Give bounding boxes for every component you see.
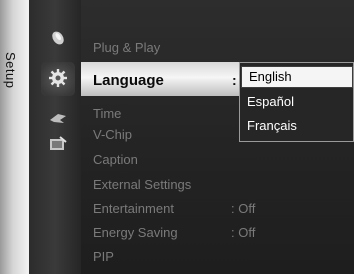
category-label: Setup xyxy=(3,52,18,89)
language-dropdown[interactable]: English Español Français xyxy=(239,62,354,142)
language-option-english[interactable]: English xyxy=(241,66,353,88)
energy-saving-value: : Off xyxy=(231,225,256,240)
menu-item-v-chip[interactable]: V-Chip xyxy=(93,127,132,142)
input-icon[interactable] xyxy=(48,108,68,128)
picture-icon[interactable] xyxy=(48,28,68,48)
language-value-separator: : xyxy=(232,72,237,88)
menu-item-language[interactable]: Language xyxy=(93,72,164,89)
menu-item-caption[interactable]: Caption xyxy=(93,152,138,167)
menu-item-pip[interactable]: PIP xyxy=(93,249,114,264)
tv-menu-screen: Setup Plug & Play Language : Time V-Chip… xyxy=(0,0,354,274)
menu-item-entertainment[interactable]: Entertainment xyxy=(93,201,174,216)
menu-item-plug-and-play[interactable]: Plug & Play xyxy=(93,40,160,55)
menu-item-energy-saving[interactable]: Energy Saving xyxy=(93,225,178,240)
menu-item-external-settings[interactable]: External Settings xyxy=(93,177,191,192)
language-option-espanol[interactable]: Español xyxy=(240,89,354,115)
menu-item-time[interactable]: Time xyxy=(93,106,121,121)
language-option-francais[interactable]: Français xyxy=(240,113,354,139)
setup-gear-icon[interactable] xyxy=(48,68,68,88)
support-icon[interactable] xyxy=(48,134,68,154)
menu-category-tab: Setup xyxy=(0,0,29,274)
entertainment-value: : Off xyxy=(231,201,256,216)
